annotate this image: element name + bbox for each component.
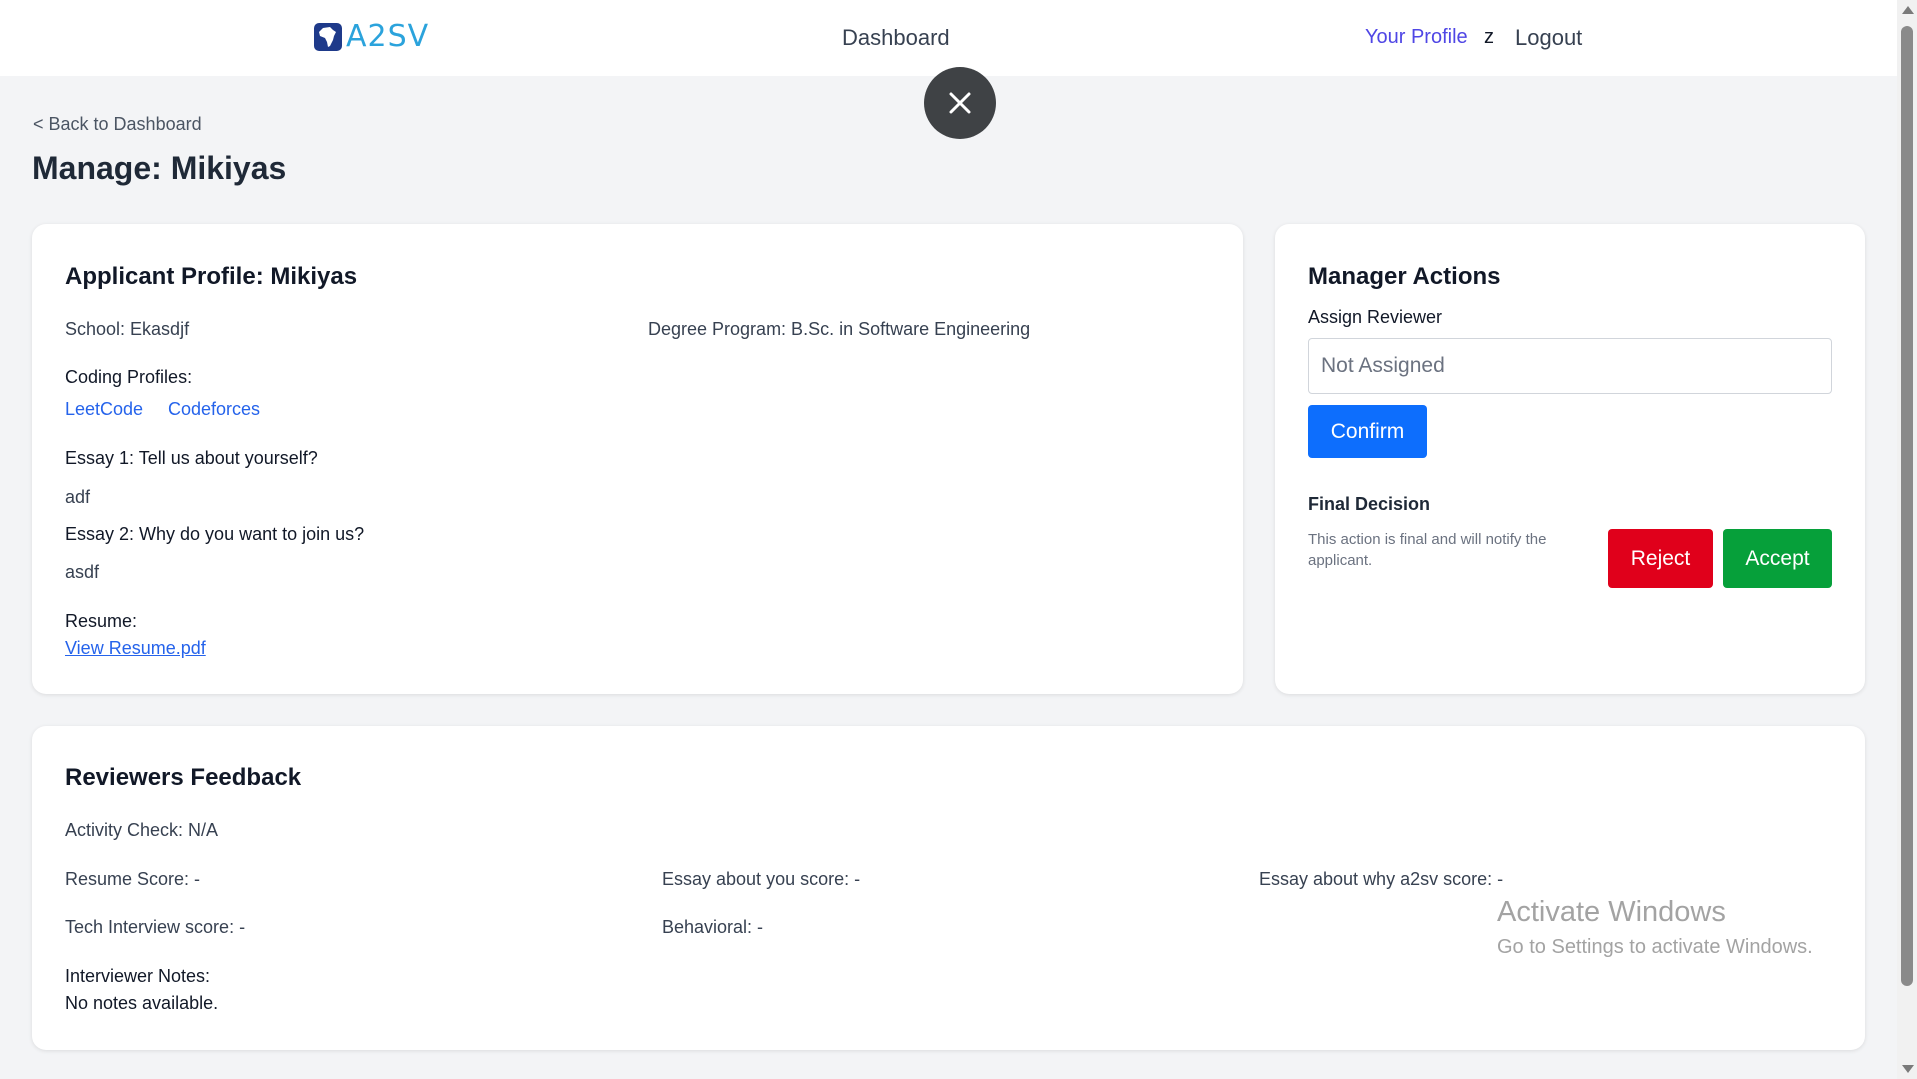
interviewer-notes-value: No notes available. — [65, 993, 219, 1013]
manager-actions-card: Manager Actions Assign Reviewer Confirm … — [1275, 224, 1865, 694]
tech-interview-score-text: Tech Interview score: - — [65, 917, 246, 937]
codeforces-link[interactable]: Codeforces — [168, 399, 260, 420]
nav-your-profile-link[interactable]: Your Profile — [1365, 26, 1468, 49]
essay1-answer: adf — [65, 487, 91, 507]
school-text: School: Ekasdjf — [65, 319, 190, 339]
scroll-up-arrow-icon[interactable] — [1902, 6, 1914, 14]
essay2-answer: asdf — [65, 562, 100, 582]
back-to-dashboard-link[interactable]: < Back to Dashboard — [33, 114, 202, 135]
view-resume-link[interactable]: View Resume.pdf — [65, 638, 206, 659]
degree-program-text: Degree Program: B.Sc. in Software Engine… — [648, 319, 1031, 339]
a2sv-logo[interactable]: A2SV — [314, 22, 429, 52]
close-button[interactable] — [924, 67, 996, 139]
accept-button[interactable]: Accept — [1723, 529, 1832, 588]
logout-button[interactable]: Logout — [1515, 25, 1582, 51]
close-icon — [949, 92, 971, 114]
coding-profiles-label: Coding Profiles: — [65, 367, 193, 387]
activate-windows-watermark-subtitle: Go to Settings to activate Windows. — [1497, 936, 1813, 958]
leetcode-link[interactable]: LeetCode — [65, 399, 143, 420]
final-decision-title: Final Decision — [1308, 494, 1431, 514]
final-decision-note: This action is final and will notify the… — [1308, 531, 1547, 569]
vertical-scrollbar[interactable] — [1897, 0, 1917, 1079]
essay1-question: Essay 1: Tell us about yourself? — [65, 448, 318, 468]
essay2-question: Essay 2: Why do you want to join us? — [65, 524, 365, 544]
reviewers-feedback-card: Reviewers Feedback Activity Check: N/A R… — [32, 726, 1865, 1050]
africa-map-icon — [314, 23, 342, 51]
manager-actions-title: Manager Actions — [1308, 263, 1501, 290]
user-initial: z — [1484, 26, 1494, 48]
essay-about-you-score-text: Essay about you score: - — [662, 869, 861, 889]
behavioral-score-text: Behavioral: - — [662, 917, 764, 937]
activate-windows-watermark-title: Activate Windows — [1497, 896, 1726, 928]
essay-why-a2sv-score-text: Essay about why a2sv score: - — [1259, 869, 1504, 889]
scrollbar-thumb[interactable] — [1901, 26, 1913, 986]
page-title: Manage: Mikiyas — [32, 150, 287, 186]
confirm-button[interactable]: Confirm — [1308, 405, 1427, 458]
top-navbar: A2SV Dashboard Your Profile z Logout — [0, 0, 1897, 76]
logo-text: A2SV — [346, 19, 430, 54]
reviewers-feedback-title: Reviewers Feedback — [65, 764, 302, 791]
assign-reviewer-input[interactable] — [1308, 338, 1832, 394]
activity-check-text: Activity Check: N/A — [65, 820, 219, 840]
applicant-profile-card: Applicant Profile: Mikiyas School: Ekasd… — [32, 224, 1243, 694]
scroll-down-arrow-icon[interactable] — [1902, 1065, 1914, 1073]
resume-label: Resume: — [65, 611, 138, 631]
resume-score-text: Resume Score: - — [65, 869, 201, 889]
reject-button[interactable]: Reject — [1608, 529, 1713, 588]
assign-reviewer-label: Assign Reviewer — [1308, 307, 1443, 327]
applicant-profile-title: Applicant Profile: Mikiyas — [65, 263, 358, 290]
interviewer-notes-label: Interviewer Notes: — [65, 966, 211, 986]
nav-dashboard-link[interactable]: Dashboard — [842, 25, 950, 51]
